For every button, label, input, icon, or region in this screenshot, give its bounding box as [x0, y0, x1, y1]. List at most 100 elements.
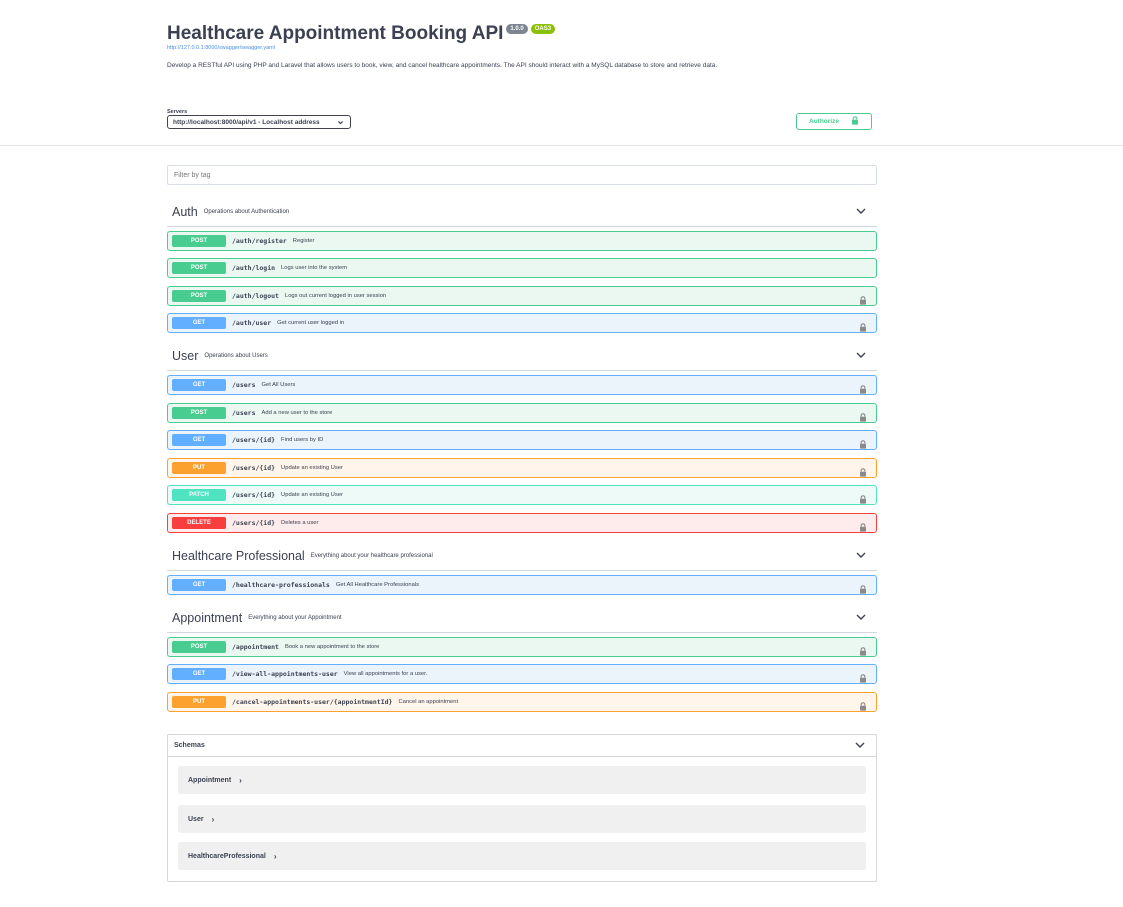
version-badge: 1.0.0 — [506, 24, 528, 34]
filter-by-tag-input[interactable]: Filter by tag — [167, 165, 877, 185]
lock-icon[interactable] — [859, 381, 867, 394]
tag-description: Operations about Authentication — [203, 209, 290, 215]
operation-path: /users — [232, 381, 256, 389]
operation-get[interactable]: GET/view-all-appointments-user View all a… — [167, 664, 877, 684]
operation-path: /healthcare-professionals — [232, 581, 330, 589]
operation-get[interactable]: GET/users Get All Users — [167, 375, 877, 395]
method-badge: POST — [172, 262, 226, 274]
operation-post[interactable]: POST/appointment Book a new appointment t… — [167, 637, 877, 657]
model-healthcare-professional[interactable]: HealthcareProfessional › — [178, 842, 866, 870]
method-badge: GET — [172, 434, 226, 446]
servers-select[interactable]: http://localhost:8000/api/v1 - Localhost… — [167, 115, 351, 129]
chevron-down-icon[interactable] — [855, 610, 867, 622]
method-badge: GET — [172, 317, 226, 329]
lock-icon[interactable] — [859, 491, 867, 504]
method-badge: POST — [172, 290, 226, 302]
schemas-header[interactable]: Schemas — [168, 735, 876, 757]
operation-summary: Book a new appointment to the store — [284, 644, 380, 650]
tag-header-healthcare-professional[interactable]: Healthcare Professional Everything about … — [167, 541, 877, 571]
operation-summary: Logs out current logged in user session — [284, 293, 387, 299]
operation-path: /users — [232, 409, 256, 417]
operation-put[interactable]: PUT/cancel-appointments-user/{appointmen… — [167, 692, 877, 712]
operation-path: /auth/login — [232, 264, 276, 272]
lock-icon[interactable] — [859, 319, 867, 332]
api-description: Develop a RESTful API using PHP and Lara… — [167, 62, 718, 69]
method-badge: GET — [172, 379, 226, 391]
method-badge: PATCH — [172, 489, 226, 501]
operation-get[interactable]: GET/users/{id} Find users by ID — [167, 430, 877, 450]
method-badge: POST — [172, 407, 226, 419]
chevron-down-icon — [337, 119, 344, 128]
operation-summary: Register — [292, 238, 315, 244]
operation-summary: View all appointments for a user. — [343, 671, 428, 677]
model-user[interactable]: User › — [178, 805, 866, 833]
tag-description: Everything about your Appointment — [248, 615, 342, 621]
api-title: Healthcare Appointment Booking API — [167, 23, 504, 44]
operation-summary: Get All Healthcare Professionals — [335, 582, 419, 588]
authorize-button[interactable]: Authorize — [796, 113, 872, 130]
operation-path: /auth/logout — [232, 292, 279, 300]
method-badge: PUT — [172, 696, 226, 708]
operation-path: /users/{id} — [232, 436, 276, 444]
schemas-title: Schemas — [174, 742, 205, 749]
spec-url-link[interactable]: http://127.0.0.1:8000/swagger/swagger.ya… — [167, 45, 275, 51]
chevron-down-icon[interactable] — [855, 204, 867, 216]
chevron-down-icon[interactable] — [855, 548, 867, 560]
model-name: User — [188, 815, 204, 823]
model-name: HealthcareProfessional — [188, 852, 266, 860]
operation-put[interactable]: PUT/users/{id} Update an existing User — [167, 458, 877, 478]
method-badge: DELETE — [172, 517, 226, 529]
lock-icon[interactable] — [859, 409, 867, 422]
operation-path: /users/{id} — [232, 491, 276, 499]
operation-post[interactable]: POST/auth/register Register — [167, 231, 877, 251]
tag-header-user[interactable]: User Operations about Users — [167, 341, 877, 371]
chevron-right-icon: › — [239, 775, 242, 785]
method-badge: POST — [172, 641, 226, 653]
operation-path: /users/{id} — [232, 519, 276, 527]
operation-summary: Logs user into the system — [281, 265, 348, 271]
header-divider — [0, 145, 1123, 146]
tag-name: Appointment — [172, 610, 243, 625]
operation-get[interactable]: GET/auth/user Get current user logged in — [167, 313, 877, 333]
operation-summary: Update an existing User — [281, 492, 343, 498]
lock-icon — [851, 116, 859, 127]
tag-name: User — [172, 348, 199, 363]
operation-delete[interactable]: DELETE/users/{id} Deletes a user — [167, 513, 877, 533]
operation-path: /cancel-appointments-user/{appointmentId… — [232, 698, 393, 706]
lock-icon[interactable] — [859, 436, 867, 449]
operation-summary: Find users by ID — [281, 437, 324, 443]
lock-icon[interactable] — [859, 643, 867, 656]
tag-description: Operations about Users — [204, 353, 268, 359]
servers-selected-value: http://localhost:8000/api/v1 - Localhost… — [173, 118, 320, 126]
authorize-label: Authorize — [809, 118, 839, 125]
lock-icon[interactable] — [859, 670, 867, 683]
lock-icon[interactable] — [859, 519, 867, 532]
chevron-right-icon: › — [211, 814, 215, 824]
operation-summary: Get All Users — [261, 382, 296, 388]
chevron-right-icon: › — [273, 851, 277, 861]
schemas-section: Schemas Appointment › User › HealthcareP… — [167, 734, 877, 882]
method-badge: GET — [172, 668, 226, 680]
lock-icon[interactable] — [859, 292, 867, 305]
operation-post[interactable]: POST/users Add a new user to the store — [167, 403, 877, 423]
tag-header-appointment[interactable]: Appointment Everything about your Appoint… — [167, 603, 877, 633]
method-badge: PUT — [172, 462, 226, 474]
method-badge: POST — [172, 235, 226, 247]
operation-post[interactable]: POST/auth/login Logs user into the system — [167, 258, 877, 278]
lock-icon[interactable] — [859, 581, 867, 594]
tag-header-auth[interactable]: Auth Operations about Authentication — [167, 197, 877, 227]
api-title-row: Healthcare Appointment Booking API 1.0.0… — [167, 22, 556, 46]
operation-path: /users/{id} — [232, 464, 276, 472]
operation-summary: Cancel an appointment — [398, 699, 459, 705]
operation-summary: Deletes a user — [281, 520, 319, 526]
model-appointment[interactable]: Appointment › — [178, 766, 866, 794]
chevron-down-icon[interactable] — [855, 348, 867, 360]
operation-post[interactable]: POST/auth/logout Logs out current logged … — [167, 286, 877, 306]
operation-path: /view-all-appointments-user — [232, 670, 338, 678]
operation-path: /auth/register — [232, 237, 287, 245]
operation-patch[interactable]: PATCH/users/{id} Update an existing User — [167, 485, 877, 505]
operation-get[interactable]: GET/healthcare-professionals Get All Heal… — [167, 575, 877, 595]
lock-icon[interactable] — [859, 698, 867, 711]
lock-icon[interactable] — [859, 464, 867, 477]
operation-summary: Get current user logged in — [277, 320, 345, 326]
